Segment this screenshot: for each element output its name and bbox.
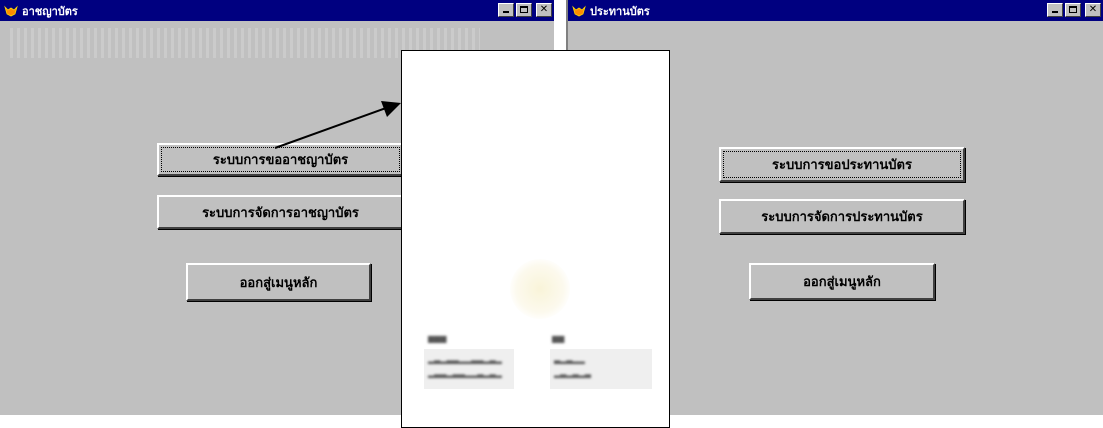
blurred-text: ▆▆▆ xyxy=(428,334,447,343)
minimize-icon[interactable] xyxy=(1047,3,1063,17)
right-window-controls: ✕ xyxy=(1047,3,1101,17)
maximize-icon[interactable] xyxy=(516,3,532,17)
blurred-text: ▂▃▃▂▃▃▂▂▃▂▃▂ xyxy=(428,369,502,378)
request-license-button[interactable]: ระบบการขออาชญาบัตร xyxy=(157,143,404,176)
close-icon[interactable]: ✕ xyxy=(1085,3,1101,17)
blurred-text: ▃▂▃▂▂ xyxy=(554,355,585,364)
right-titlebar[interactable]: ประทานบัตร ✕ xyxy=(568,0,1103,21)
blurred-text: ▆▆ xyxy=(552,334,565,343)
manage-concession-button[interactable]: ระบบการจัดการประทานบัตร xyxy=(719,199,965,234)
left-window-title: อาชญาบัตร xyxy=(22,4,78,18)
exit-main-menu-button[interactable]: ออกสู่เมนูหลัก xyxy=(749,263,935,300)
request-concession-button[interactable]: ระบบการขอประทานบัตร xyxy=(719,147,965,182)
blurred-text: ▂▃▂▃▂▃ xyxy=(554,369,591,378)
close-icon[interactable]: ✕ xyxy=(536,3,552,17)
minimize-icon[interactable] xyxy=(498,3,514,17)
manage-license-button[interactable]: ระบบการจัดการอาชญาบัตร xyxy=(157,195,404,229)
app-icon xyxy=(4,5,18,16)
exit-main-menu-button[interactable]: ออกสู่เมนูหลัก xyxy=(186,263,371,301)
blurred-text: ▂▃▂▃▃▂▂▃▃▂▃▂ xyxy=(428,355,502,364)
right-window-title: ประทานบัตร xyxy=(590,4,650,18)
left-titlebar[interactable]: อาชญาบัตร ✕ xyxy=(0,0,554,21)
watermark-logo xyxy=(510,259,570,319)
document-page-overlay: ▆▆▆ ▆▆ ▂▃▂▃▃▂▂▃▃▂▃▂ ▂▃▃▂▃▃▂▂▃▂▃▂ ▃▂▃▂▂ ▂… xyxy=(401,50,670,428)
left-window-controls: ✕ xyxy=(498,3,552,17)
app-icon xyxy=(572,5,586,16)
maximize-icon[interactable] xyxy=(1065,3,1081,17)
